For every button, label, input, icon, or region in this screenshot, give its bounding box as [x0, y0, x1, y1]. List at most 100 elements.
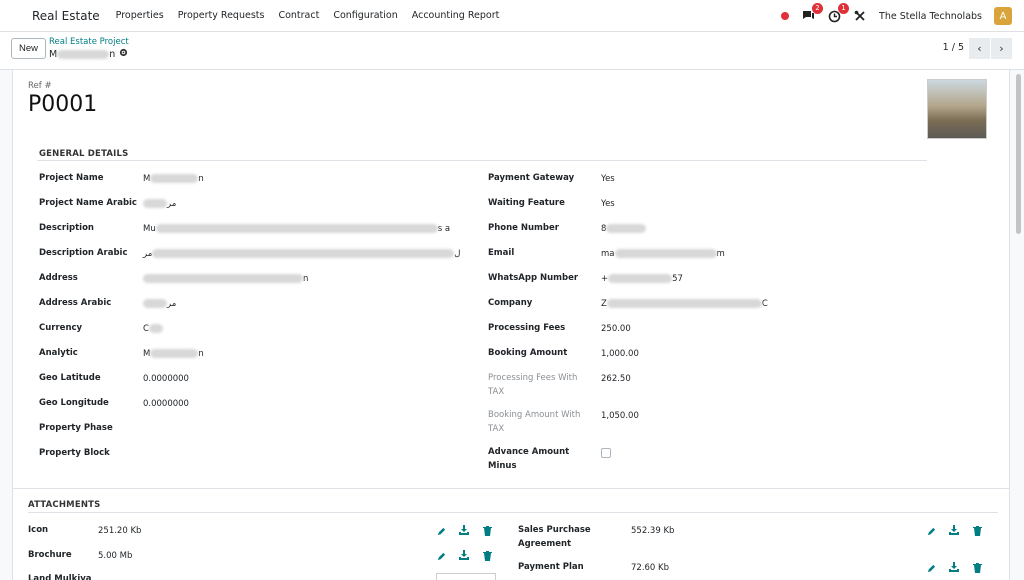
label-line2: TAX: [488, 424, 505, 434]
label-processing-fees-with-tax: Processing Fees With TAX: [488, 371, 577, 399]
value-address-arabic[interactable]: مر: [143, 297, 176, 311]
messages-count-badge: 2: [812, 3, 824, 14]
redacted-text: [150, 349, 199, 358]
download-icon[interactable]: [459, 550, 469, 560]
breadcrumb-current-text: Mn: [49, 49, 115, 60]
debug-tools-icon[interactable]: [853, 9, 867, 23]
scrollbar[interactable]: [1016, 74, 1021, 234]
activities-clock-icon[interactable]: 1: [827, 3, 850, 23]
user-avatar[interactable]: A: [994, 7, 1012, 25]
record-indicator-icon[interactable]: [781, 12, 790, 20]
value-whatsapp-number[interactable]: +57: [601, 272, 683, 286]
label-property-phase: Property Phase: [39, 423, 113, 433]
pager-previous-button[interactable]: ‹: [969, 38, 990, 59]
gear-icon[interactable]: [119, 48, 128, 60]
section-divider: [13, 488, 1009, 489]
chevron-left-icon: ‹: [977, 42, 982, 55]
value-end: n: [198, 174, 204, 184]
label-payment-plan: Payment Plan: [518, 562, 584, 572]
value-description-arabic[interactable]: ل مر: [143, 247, 460, 261]
menu-accounting-report[interactable]: Accounting Report: [412, 10, 500, 21]
breadcrumb-parent[interactable]: Real Estate Project: [49, 37, 129, 47]
value-booking-amount[interactable]: 1,000.00: [601, 347, 639, 361]
messages-icon[interactable]: 2: [801, 3, 824, 23]
label-address: Address: [39, 273, 78, 283]
trash-icon[interactable]: [482, 526, 492, 536]
value-email[interactable]: ma m: [601, 247, 725, 261]
value-end: مر: [167, 199, 177, 209]
value-start: M: [143, 174, 151, 184]
value-project-name-arabic[interactable]: مر: [143, 197, 176, 211]
general-details-title: GENERAL DETAILS: [39, 149, 129, 159]
value-analytic[interactable]: Mn: [143, 347, 204, 361]
value-description[interactable]: Mu s a: [143, 222, 450, 236]
value-payment-plan-size: 72.60 Kb: [631, 563, 670, 573]
label-brochure: Brochure: [28, 550, 72, 560]
activities-count-badge: 1: [838, 3, 850, 14]
label-line2: Agreement: [518, 539, 572, 549]
label-land-mulkiya: Land Mulkiya: [28, 574, 92, 580]
value-payment-gateway[interactable]: Yes: [601, 172, 615, 186]
label-line2: TAX: [488, 387, 505, 397]
project-image[interactable]: [927, 79, 987, 139]
menu-properties[interactable]: Properties: [116, 10, 164, 21]
label-whatsapp-number: WhatsApp Number: [488, 273, 579, 283]
value-end: مر: [143, 249, 153, 259]
download-icon[interactable]: [459, 525, 469, 535]
value-processing-fees-with-tax: 262.50: [601, 374, 631, 384]
value-end: مر: [167, 299, 177, 309]
label-property-block: Property Block: [39, 448, 110, 458]
value-end: m: [716, 249, 725, 259]
company-switcher[interactable]: The Stella Technolabs: [879, 11, 982, 22]
edit-pencil-icon[interactable]: [436, 526, 446, 536]
value-geo-longitude[interactable]: 0.0000000: [143, 397, 189, 411]
label-line1: Booking Amount With: [488, 410, 581, 420]
menu-contract[interactable]: Contract: [278, 10, 319, 21]
advance-amount-minus-checkbox[interactable]: [601, 448, 611, 458]
value-icon-size: 251.20 Kb: [98, 526, 142, 536]
pager-next-button[interactable]: ›: [991, 38, 1012, 59]
label-payment-gateway: Payment Gateway: [488, 173, 575, 183]
value-end: 57: [672, 274, 683, 284]
label-sales-purchase-agreement: Sales Purchase Agreement: [518, 523, 591, 551]
chevron-right-icon: ›: [999, 42, 1004, 55]
new-button[interactable]: New: [11, 38, 46, 59]
redacted-text: [148, 324, 163, 333]
redacted-text: [606, 224, 647, 233]
label-description-arabic: Description Arabic: [39, 248, 128, 258]
label-line1: Sales Purchase: [518, 525, 591, 535]
download-icon[interactable]: [949, 525, 959, 535]
upload-field[interactable]: [436, 573, 496, 580]
label-company: Company: [488, 298, 533, 308]
trash-icon[interactable]: [482, 551, 492, 561]
edit-pencil-icon[interactable]: [926, 526, 936, 536]
redacted-text: [608, 274, 673, 283]
trash-icon[interactable]: [972, 563, 982, 573]
edit-pencil-icon[interactable]: [436, 551, 446, 561]
trash-icon[interactable]: [972, 526, 982, 536]
breadcrumb-current: Mn: [49, 48, 128, 60]
label-currency: Currency: [39, 323, 83, 333]
label-advance-amount-minus: Advance Amount Minus: [488, 445, 569, 473]
value-phone-number[interactable]: 8: [601, 222, 647, 236]
value-sales-purchase-size: 552.39 Kb: [631, 526, 675, 536]
menu-configuration[interactable]: Configuration: [333, 10, 397, 21]
pager-value[interactable]: 1 / 5: [943, 42, 964, 53]
section-divider: [37, 160, 927, 161]
value-processing-fees[interactable]: 250.00: [601, 322, 631, 336]
value-geo-latitude[interactable]: 0.0000000: [143, 372, 189, 386]
value-address[interactable]: n: [143, 272, 308, 286]
edit-pencil-icon[interactable]: [926, 563, 936, 573]
value-start: Z: [601, 299, 607, 309]
redacted-text: [155, 224, 438, 233]
value-company[interactable]: ZC: [601, 297, 768, 311]
download-icon[interactable]: [949, 562, 959, 572]
value-project-name[interactable]: Mn: [143, 172, 204, 186]
section-divider: [28, 512, 998, 513]
value-waiting-feature[interactable]: Yes: [601, 197, 615, 211]
menu-property-requests[interactable]: Property Requests: [178, 10, 265, 21]
label-line1: Advance Amount: [488, 447, 570, 457]
app-name[interactable]: Real Estate: [32, 9, 100, 23]
label-processing-fees: Processing Fees: [488, 323, 566, 333]
value-currency[interactable]: C: [143, 322, 163, 336]
